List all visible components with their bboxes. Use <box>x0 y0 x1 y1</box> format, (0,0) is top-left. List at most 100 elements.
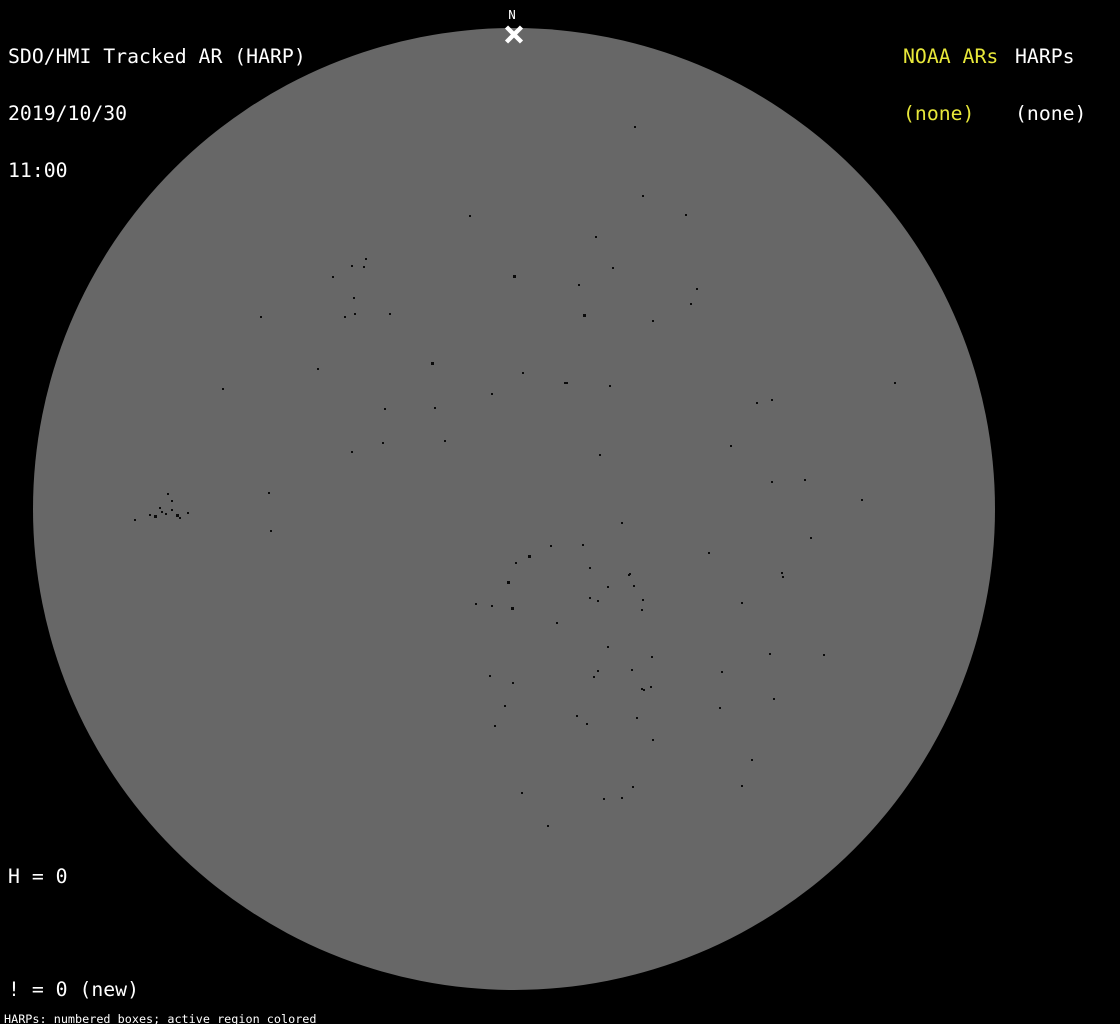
sunspot-speckle <box>894 382 896 384</box>
sunspot-speckle <box>586 723 588 725</box>
sunspot-speckle <box>504 705 506 707</box>
north-pole-x-cross-icon <box>504 25 524 44</box>
sunspot-speckle <box>696 288 698 290</box>
sunspot-speckle <box>382 442 384 444</box>
sunspot-speckle <box>685 214 687 216</box>
noaa-ars-block: NOAA ARs (none) <box>903 9 998 161</box>
sunspot-speckle <box>642 599 644 601</box>
harps-count: (none) <box>1015 102 1087 125</box>
time-label: 11:00 <box>8 159 68 182</box>
sunspot-speckle <box>589 567 591 569</box>
sunspot-speckle <box>384 408 386 410</box>
sunspot-speckle <box>771 481 773 483</box>
sunspot-speckle <box>134 519 136 521</box>
sunspot-speckle <box>550 545 552 547</box>
sunspot-speckle <box>270 530 272 532</box>
harp-tracking-image: SDO/HMI Tracked AR (HARP) 2019/10/30 11:… <box>0 0 1120 1024</box>
sunspot-speckle <box>566 382 568 384</box>
sunspot-speckle <box>582 544 584 546</box>
sunspot-speckle <box>781 572 783 574</box>
harps-label: HARPs <box>1015 45 1075 68</box>
sunspot-speckle <box>475 603 477 605</box>
sunspot-speckle <box>641 609 643 611</box>
noaa-ars-count: (none) <box>903 102 975 125</box>
sunspot-speckle <box>782 576 784 578</box>
sunspot-speckle <box>431 362 434 365</box>
sunspot-speckle <box>165 513 167 515</box>
sunspot-speckle <box>651 656 653 658</box>
sunspot-speckle <box>607 586 609 588</box>
footer-line-harps: HARPs: numbered boxes; active region col… <box>4 1012 317 1024</box>
sunspot-speckle <box>823 654 825 656</box>
sunspot-speckle <box>351 451 353 453</box>
sunspot-speckle <box>804 479 806 481</box>
sunspot-speckle <box>521 792 523 794</box>
sunspot-speckle <box>154 515 157 518</box>
sunspot-speckle <box>547 825 549 827</box>
sunspot-speckle <box>507 581 510 584</box>
sunspot-speckle <box>515 562 517 564</box>
sunspot-speckle <box>171 500 173 502</box>
sunspot-speckle <box>522 372 524 374</box>
sunspot-speckle <box>556 622 558 624</box>
sunspot-speckle <box>741 785 743 787</box>
sunspot-speckle <box>344 316 346 318</box>
sunspot-speckle <box>161 511 163 513</box>
noaa-ars-label: NOAA ARs <box>903 45 999 68</box>
sunspot-speckle <box>576 715 578 717</box>
sunspot-speckle <box>434 407 436 409</box>
sunspot-speckle <box>628 574 630 576</box>
sunspot-speckle <box>489 675 491 677</box>
sunspot-speckle <box>690 303 692 305</box>
north-label: N <box>508 7 516 22</box>
sunspot-speckle <box>222 388 224 390</box>
sunspot-speckle <box>583 314 586 317</box>
sunspot-speckle <box>708 552 710 554</box>
sunspot-speckle <box>730 445 732 447</box>
sunspot-speckle <box>751 759 753 761</box>
sunspot-speckle <box>652 739 654 741</box>
sunspot-speckle <box>528 555 531 558</box>
sunspot-speckle <box>597 670 599 672</box>
sunspot-speckle <box>642 195 644 197</box>
title-block: SDO/HMI Tracked AR (HARP) 2019/10/30 11:… <box>8 9 306 218</box>
harp-count-line: H = 0 <box>8 865 68 888</box>
sunspot-speckle <box>771 399 773 401</box>
sunspot-speckle <box>511 607 514 610</box>
sunspot-speckle <box>593 676 595 678</box>
sunspot-speckle <box>612 267 614 269</box>
sunspot-speckle <box>351 265 353 267</box>
sunspot-speckle <box>597 600 599 602</box>
sunspot-speckle <box>652 320 654 322</box>
page-title: SDO/HMI Tracked AR (HARP) <box>8 45 306 68</box>
sunspot-speckle <box>719 707 721 709</box>
sunspot-speckle <box>603 798 605 800</box>
sunspot-speckle <box>167 493 169 495</box>
harps-block: HARPs (none) <box>1015 9 1086 161</box>
sunspot-speckle <box>491 393 493 395</box>
sunspot-speckle <box>491 605 493 607</box>
sunspot-speckle <box>469 215 471 217</box>
sunspot-speckle <box>171 509 173 511</box>
sunspot-speckle <box>769 653 771 655</box>
sunspot-speckle <box>636 717 638 719</box>
sunspot-speckle <box>353 297 355 299</box>
sunspot-speckle <box>643 689 645 691</box>
sunspot-speckle <box>159 507 161 509</box>
sunspot-speckle <box>634 126 636 128</box>
sunspot-speckle <box>268 492 270 494</box>
sunspot-speckle <box>494 725 496 727</box>
footer-caption: HARPs: numbered boxes; active region col… <box>4 989 416 1024</box>
sunspot-speckle <box>389 313 391 315</box>
sunspot-speckle <box>609 385 611 387</box>
sunspot-speckle <box>260 316 262 318</box>
sunspot-speckle <box>444 440 446 442</box>
sunspot-speckle <box>365 258 367 260</box>
sunspot-speckle <box>149 514 151 516</box>
sunspot-speckle <box>773 698 775 700</box>
sunspot-speckle <box>354 313 356 315</box>
sunspot-speckle <box>332 276 334 278</box>
sunspot-speckle <box>595 236 597 238</box>
sunspot-speckle <box>741 602 743 604</box>
sunspot-speckle <box>632 786 634 788</box>
